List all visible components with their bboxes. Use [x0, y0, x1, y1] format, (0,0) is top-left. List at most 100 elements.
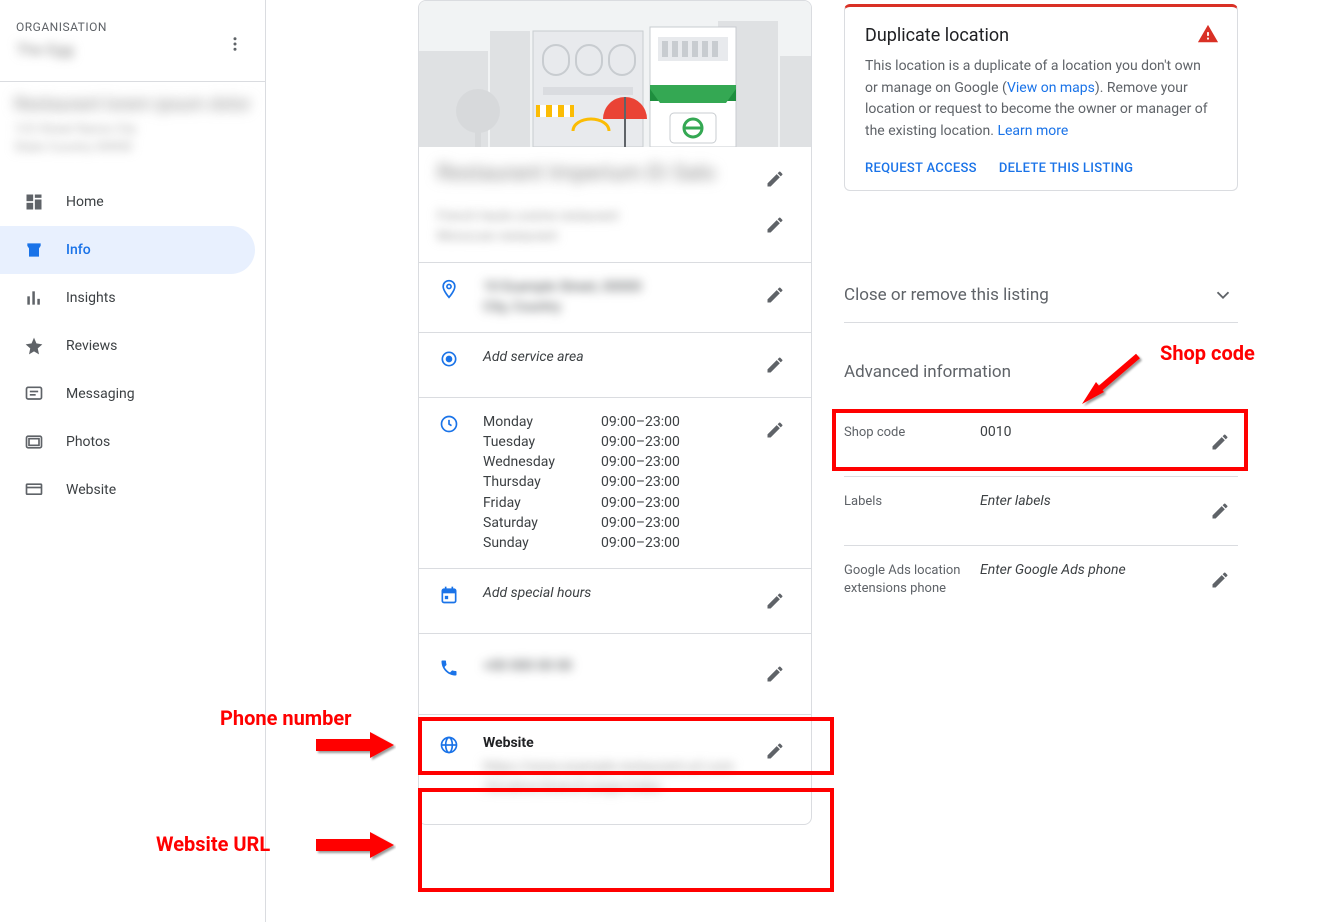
- dashboard-icon: [22, 190, 46, 214]
- shop-code-row: Shop code 0010: [844, 408, 1238, 477]
- category-row: French haute cuisine restaurantMoroccan …: [419, 203, 811, 262]
- edit-service-area-button[interactable]: [757, 347, 793, 383]
- nav-info[interactable]: Info: [0, 226, 255, 274]
- edit-category-button[interactable]: [757, 207, 793, 243]
- duplicate-alert-card: Duplicate location This location is a du…: [844, 4, 1238, 191]
- request-access-button[interactable]: REQUEST ACCESS: [865, 161, 977, 176]
- close-remove-row[interactable]: Close or remove this listing: [844, 272, 1238, 323]
- pencil-icon: [765, 741, 785, 761]
- pencil-icon: [765, 169, 785, 189]
- store-icon: [22, 238, 46, 262]
- special-hours-placeholder: Add special hours: [483, 585, 591, 601]
- pencil-icon: [765, 285, 785, 305]
- org-more-button[interactable]: [219, 28, 251, 60]
- globe-icon: [437, 733, 461, 757]
- labels-label: Labels: [844, 493, 980, 511]
- ads-phone-label: Google Ads location extensions phone: [844, 562, 980, 598]
- edit-phone-button[interactable]: [757, 656, 793, 692]
- warning-icon: [1197, 23, 1219, 45]
- website-url-blurred: https://www.example-restaurant-url.com/l…: [483, 757, 757, 798]
- nav-website[interactable]: Website: [0, 466, 255, 514]
- pin-icon: [437, 277, 461, 301]
- edit-special-hours-button[interactable]: [757, 583, 793, 619]
- alert-body: This location is a duplicate of a locati…: [865, 56, 1217, 143]
- photos-icon: [22, 430, 46, 454]
- edit-hours-button[interactable]: [757, 412, 793, 448]
- edit-website-button[interactable]: [757, 733, 793, 769]
- pencil-icon: [765, 591, 785, 611]
- website-icon: [22, 478, 46, 502]
- delete-listing-button[interactable]: DELETE THIS LISTING: [999, 161, 1133, 176]
- nav-photos-label: Photos: [66, 434, 110, 450]
- anno-label-phone: Phone number: [220, 706, 351, 730]
- pencil-icon: [765, 215, 785, 235]
- website-row: Website https://www.example-restaurant-u…: [419, 714, 811, 824]
- edit-name-button[interactable]: [757, 161, 793, 197]
- anno-arrow-website: [312, 828, 396, 862]
- sidebar: ORGANISATION The Egg Restaurant lorem ip…: [0, 0, 266, 922]
- labels-placeholder: Enter labels: [980, 493, 1202, 509]
- view-on-maps-link[interactable]: View on maps: [1007, 80, 1095, 96]
- info-card: Restaurant Imperium Et Salo French haute…: [418, 0, 812, 825]
- ads-phone-placeholder: Enter Google Ads phone: [980, 562, 1202, 578]
- service-area-row: Add service area: [419, 332, 811, 397]
- phone-icon: [437, 656, 461, 680]
- location-summary: Restaurant lorem ipsum dolor 123 Street …: [0, 92, 265, 172]
- nav-info-label: Info: [66, 242, 91, 258]
- address-row: 10 Example Street, 00000City, Country: [419, 262, 811, 332]
- edit-shop-code-button[interactable]: [1202, 424, 1238, 460]
- shop-code-value: 0010: [980, 424, 1202, 440]
- nav-website-label: Website: [66, 482, 116, 498]
- pencil-icon: [1210, 432, 1230, 452]
- labels-row: Labels Enter labels: [844, 477, 1238, 546]
- business-name-blurred: Restaurant Imperium Et Salo: [437, 161, 757, 186]
- nav-reviews-label: Reviews: [66, 338, 117, 354]
- anno-arrow-phone: [312, 728, 396, 762]
- calendar-icon: [437, 583, 461, 607]
- pencil-icon: [765, 355, 785, 375]
- chevron-down-icon: [1212, 284, 1234, 306]
- edit-address-button[interactable]: [757, 277, 793, 313]
- nav-messaging[interactable]: Messaging: [0, 370, 255, 418]
- hours-row: Monday09:00–23:00 Tuesday09:00–23:00 Wed…: [419, 397, 811, 568]
- website-label: Website: [483, 733, 757, 753]
- special-hours-row: Add special hours: [419, 568, 811, 633]
- phone-blurred: +00 000 00 00: [483, 656, 757, 676]
- advanced-list: Shop code 0010 Labels Enter labels Googl…: [844, 408, 1238, 614]
- divider: [0, 81, 265, 82]
- nav-photos[interactable]: Photos: [0, 418, 255, 466]
- service-area-placeholder: Add service area: [483, 349, 584, 365]
- nav-insights[interactable]: Insights: [0, 274, 255, 322]
- phone-row: +00 000 00 00: [419, 633, 811, 714]
- insights-icon: [22, 286, 46, 310]
- anno-label-website: Website URL: [156, 832, 270, 856]
- nav-home[interactable]: Home: [0, 178, 255, 226]
- hero-illustration: [419, 1, 811, 147]
- nav-messaging-label: Messaging: [66, 386, 135, 402]
- pencil-icon: [765, 664, 785, 684]
- nav-reviews[interactable]: Reviews: [0, 322, 255, 370]
- edit-labels-button[interactable]: [1202, 493, 1238, 529]
- message-icon: [22, 382, 46, 406]
- ads-phone-row: Google Ads location extensions phone Ent…: [844, 546, 1238, 614]
- sidebar-nav: Home Info Insights Reviews Messaging Pho…: [0, 178, 265, 514]
- alert-title: Duplicate location: [865, 25, 1217, 46]
- pencil-icon: [765, 420, 785, 440]
- nav-home-label: Home: [66, 194, 104, 210]
- nav-insights-label: Insights: [66, 290, 116, 306]
- address-blurred: 10 Example Street, 00000City, Country: [483, 277, 757, 318]
- category-blurred: French haute cuisine restaurantMoroccan …: [437, 207, 757, 246]
- edit-ads-phone-button[interactable]: [1202, 562, 1238, 598]
- pencil-icon: [1210, 570, 1230, 590]
- close-remove-label: Close or remove this listing: [844, 285, 1049, 305]
- learn-more-link[interactable]: Learn more: [997, 123, 1068, 139]
- advanced-heading: Advanced information: [844, 362, 1238, 396]
- target-icon: [437, 347, 461, 371]
- business-name-row: Restaurant Imperium Et Salo: [419, 147, 811, 203]
- anno-label-shop-code: Shop code: [1160, 341, 1255, 365]
- more-vert-icon: [226, 35, 244, 53]
- pencil-icon: [1210, 501, 1230, 521]
- clock-icon: [437, 412, 461, 436]
- hours-grid: Monday09:00–23:00 Tuesday09:00–23:00 Wed…: [483, 412, 757, 554]
- shop-code-label: Shop code: [844, 424, 980, 442]
